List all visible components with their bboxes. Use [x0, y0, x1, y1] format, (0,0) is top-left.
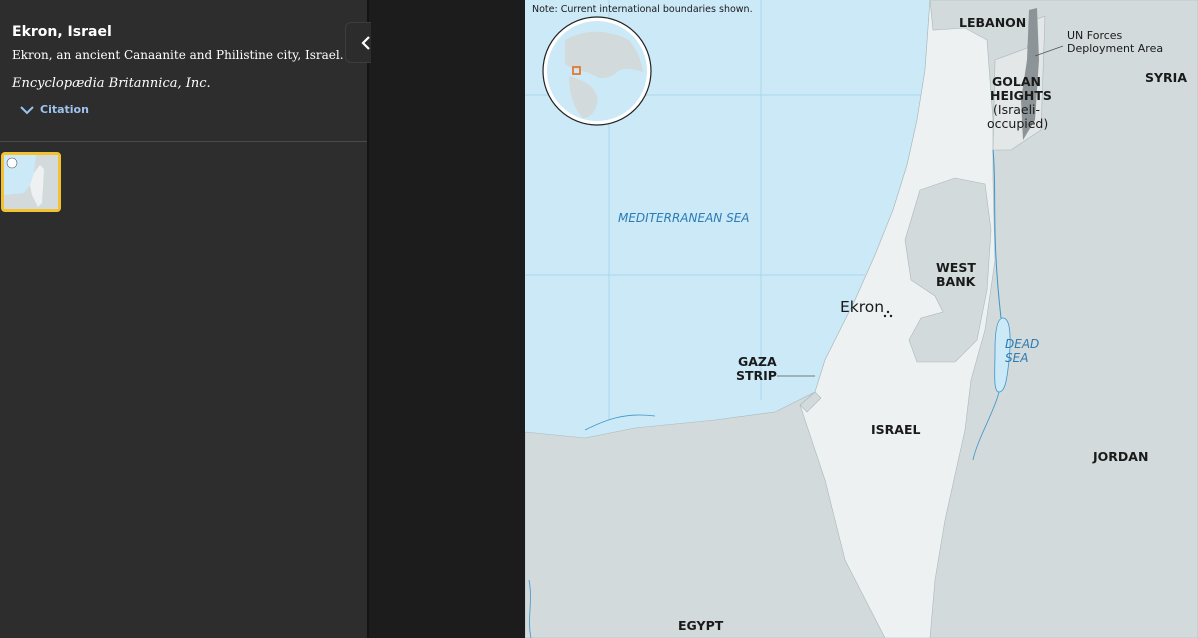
label-gaza-1: GAZA	[738, 354, 777, 369]
label-ekron: Ekron	[840, 298, 884, 316]
chevron-down-icon	[20, 105, 34, 114]
caption-panel: Ekron, Israel Ekron, an ancient Canaanit…	[0, 0, 367, 142]
label-jordan: JORDAN	[1092, 449, 1148, 464]
label-lebanon: LEBANON	[959, 15, 1026, 30]
image-description: Ekron, an ancient Canaanite and Philisti…	[12, 48, 344, 62]
map-thumbnail[interactable]	[1, 152, 61, 212]
citation-toggle[interactable]: Citation	[20, 103, 355, 116]
label-golan-3: (Israeli-	[993, 102, 1040, 117]
label-un-forces-1: UN Forces	[1067, 29, 1123, 42]
map-viewer[interactable]: Note: Current international boundaries s…	[525, 0, 1198, 638]
label-golan-2: HEIGHTS	[990, 88, 1052, 103]
label-gaza-2: STRIP	[736, 368, 777, 383]
citation-label: Citation	[40, 103, 89, 116]
map-note: Note: Current international boundaries s…	[532, 4, 753, 15]
label-egypt: EGYPT	[678, 618, 724, 633]
image-credit: Encyclopædia Britannica, Inc.	[12, 76, 211, 91]
image-title: Ekron, Israel	[12, 24, 112, 40]
label-dead-sea-1: DEAD	[1005, 337, 1039, 351]
label-west-bank-2: BANK	[936, 274, 977, 289]
thumbnail-strip	[0, 142, 367, 212]
map-image: Note: Current international boundaries s…	[525, 0, 1198, 638]
label-golan-1: GOLAN	[992, 74, 1041, 89]
label-israel: ISRAEL	[871, 422, 920, 437]
label-golan-4: occupied)	[987, 116, 1048, 131]
label-un-forces-2: Deployment Area	[1067, 42, 1163, 55]
locator-globe	[542, 16, 652, 126]
label-mediterranean-sea: MEDITERRANEAN SEA	[618, 211, 749, 225]
viewer-background	[371, 0, 525, 638]
label-syria: SYRIA	[1145, 70, 1187, 85]
label-west-bank-1: WEST	[936, 260, 976, 275]
sidebar: Ekron, Israel Ekron, an ancient Canaanit…	[0, 0, 369, 638]
map-thumbnail-image	[4, 155, 58, 209]
label-dead-sea-2: SEA	[1005, 351, 1028, 365]
